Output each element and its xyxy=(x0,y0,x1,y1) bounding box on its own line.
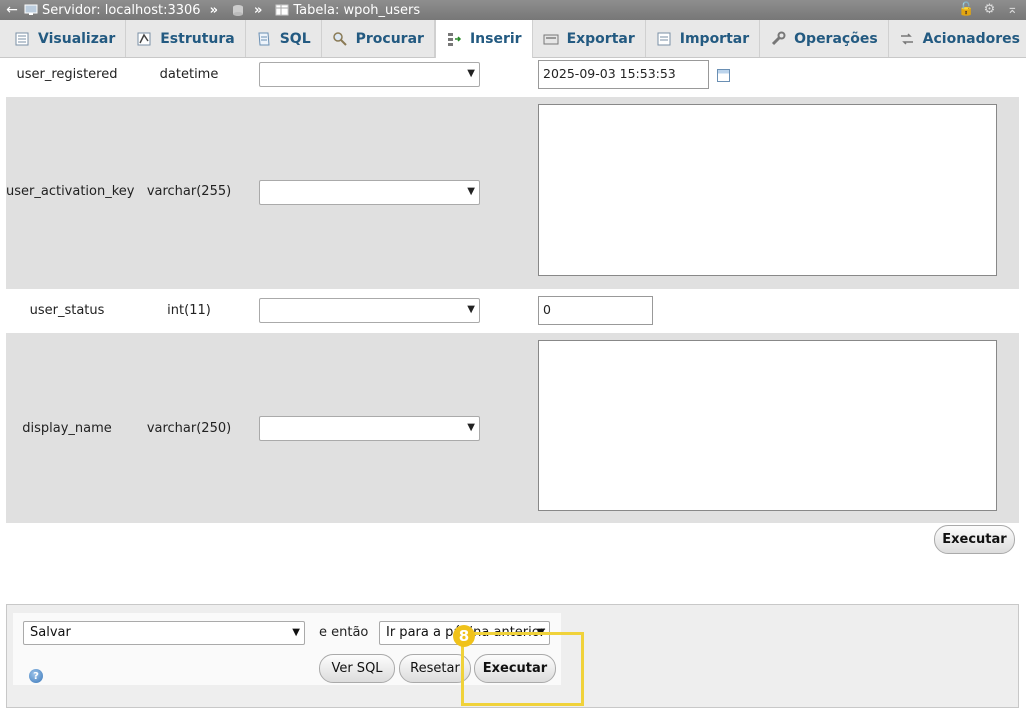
wrench-icon xyxy=(772,31,786,45)
tab-label: Operações xyxy=(794,30,878,47)
table-row: user_activation_key varchar(255) ▼ xyxy=(6,97,1019,289)
value-input[interactable]: 0 xyxy=(538,296,653,325)
search-icon xyxy=(332,31,347,46)
column-type: int(11) xyxy=(167,303,211,318)
collapse-icon[interactable]: ⌅ xyxy=(1005,2,1020,17)
tab-label: Inserir xyxy=(469,31,522,47)
tab-exportar[interactable]: Exportar xyxy=(533,20,646,57)
chevron-down-icon: ▼ xyxy=(467,68,475,79)
column-name: user_registered xyxy=(16,67,118,82)
sql-icon xyxy=(258,32,270,45)
tab-inserir[interactable]: Inserir xyxy=(434,20,533,58)
executar-button[interactable]: Executar xyxy=(934,525,1015,554)
ver-sql-button[interactable]: Ver SQL xyxy=(319,654,395,683)
tab-label: Importar xyxy=(679,30,750,47)
export-icon xyxy=(543,34,559,44)
function-select[interactable]: ▼ xyxy=(259,62,480,87)
then-label: e então xyxy=(319,625,369,640)
tab-label: Acionadores xyxy=(922,30,1020,47)
tab-estrutura[interactable]: Estrutura xyxy=(126,20,246,57)
tab-bar: Visualizar Estrutura SQL Procurar Inseri… xyxy=(0,20,1026,58)
function-select[interactable]: ▼ xyxy=(259,416,480,441)
breadcrumb-server[interactable]: Servidor: localhost:3306 xyxy=(24,3,201,18)
table-icon xyxy=(275,4,289,16)
tab-importar[interactable]: Importar xyxy=(646,20,761,57)
triggers-icon xyxy=(900,32,913,45)
value-textarea[interactable] xyxy=(538,340,997,511)
breadcrumb: ← Servidor: localhost:3306 » » Tabela: w… xyxy=(0,0,1026,20)
server-icon xyxy=(24,4,38,15)
back-arrow-icon[interactable]: ← xyxy=(0,2,24,18)
action-select[interactable]: Salvar ▼ xyxy=(23,621,305,645)
breadcrumb-separator: » xyxy=(209,2,218,18)
database-icon[interactable] xyxy=(231,4,245,16)
value-input[interactable]: 2025-09-03 15:53:53 xyxy=(538,60,709,89)
tab-visualizar[interactable]: Visualizar xyxy=(4,20,127,57)
column-type: datetime xyxy=(159,67,219,82)
function-select[interactable]: ▼ xyxy=(259,180,480,205)
value-textarea[interactable] xyxy=(538,104,997,276)
column-type: varchar(250) xyxy=(146,421,232,436)
action-select-value: Salvar xyxy=(30,625,71,640)
gear-icon[interactable]: ⚙ xyxy=(982,2,997,17)
table-row: user_status int(11) ▼ 0 xyxy=(6,289,1019,333)
breadcrumb-separator: » xyxy=(253,2,263,18)
tab-label: Estrutura xyxy=(160,30,235,47)
tab-acionadores[interactable]: Acionadores xyxy=(889,20,1026,57)
function-select[interactable]: ▼ xyxy=(259,298,480,323)
step-badge: 8 xyxy=(453,625,475,647)
insert-icon xyxy=(447,33,461,46)
column-type: varchar(255) xyxy=(146,184,232,199)
import-icon xyxy=(657,32,671,45)
tab-label: SQL xyxy=(279,30,311,47)
structure-icon xyxy=(137,32,151,45)
column-name: display_name xyxy=(22,421,112,436)
chevron-down-icon: ▼ xyxy=(292,627,300,638)
lock-icon[interactable]: 🔓 xyxy=(958,2,974,17)
tab-label: Exportar xyxy=(566,30,635,47)
calendar-icon[interactable] xyxy=(717,69,730,82)
tab-label: Visualizar xyxy=(38,30,116,47)
table-row: user_registered datetime ▼ 2025-09-03 15… xyxy=(6,58,1019,96)
column-name: user_status xyxy=(29,303,105,318)
chevron-down-icon: ▼ xyxy=(467,186,475,197)
table-row: display_name varchar(250) ▼ xyxy=(6,333,1019,523)
breadcrumb-server-label[interactable]: Servidor: localhost:3306 xyxy=(42,3,201,18)
browse-icon xyxy=(15,32,29,45)
breadcrumb-table-label[interactable]: Tabela: wpoh_users xyxy=(293,3,420,18)
help-icon[interactable]: ? xyxy=(29,669,43,683)
highlight-box xyxy=(461,632,584,706)
tab-label: Procurar xyxy=(355,30,424,47)
tab-operacoes[interactable]: Operações xyxy=(760,20,889,57)
chevron-down-icon: ▼ xyxy=(467,304,475,315)
column-name: user_activation_key xyxy=(6,184,135,199)
chevron-down-icon: ▼ xyxy=(467,422,475,433)
tab-sql[interactable]: SQL xyxy=(246,20,322,57)
tab-procurar[interactable]: Procurar xyxy=(322,20,435,57)
